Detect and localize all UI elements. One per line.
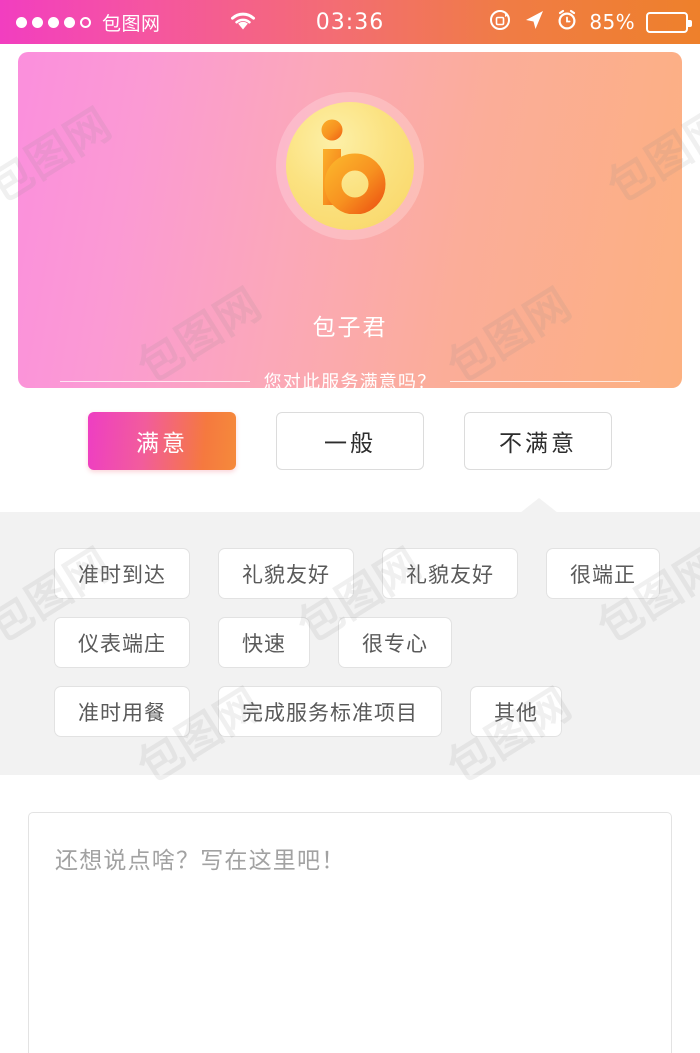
divider-right <box>450 380 641 382</box>
tag-chip[interactable]: 准时用餐 <box>54 686 190 737</box>
rotation-lock-icon <box>488 8 512 36</box>
tag-chip[interactable]: 礼貌友好 <box>382 548 518 599</box>
rating-option-average[interactable]: 一般 <box>276 412 424 470</box>
tag-chip[interactable]: 仪表端庄 <box>54 617 190 668</box>
tag-row: 准时到达 礼貌友好 礼貌友好 很端正 <box>0 548 700 599</box>
avatar-ring <box>276 92 424 240</box>
comment-placeholder: 还想说点啥？写在这里吧！ <box>55 848 346 874</box>
tag-chip[interactable]: 礼貌友好 <box>218 548 354 599</box>
tag-chip[interactable]: 其他 <box>470 686 562 737</box>
provider-name: 包子君 <box>312 315 388 341</box>
rating-option-unsatisfied[interactable]: 不满意 <box>464 412 612 470</box>
service-hero-card: 包子君 您对此服务满意吗？ <box>18 52 682 388</box>
avatar <box>286 102 414 230</box>
tags-panel: 准时到达 礼貌友好 礼貌友好 很端正 仪表端庄 快速 很专心 准时用餐 完成服务… <box>0 498 700 775</box>
alarm-clock-icon <box>556 9 578 35</box>
tag-row: 仪表端庄 快速 很专心 <box>0 617 700 668</box>
tags-panel-pointer-icon <box>520 498 558 513</box>
rating-options: 满意 一般 不满意 <box>0 412 700 470</box>
brand-b-logo-icon <box>321 119 386 214</box>
tag-chip[interactable]: 很端正 <box>546 548 660 599</box>
divider-left <box>59 380 250 382</box>
tag-row: 准时用餐 完成服务标准项目 其他 <box>0 686 700 737</box>
status-bar-right: 85% <box>488 8 692 36</box>
tag-chip[interactable]: 快速 <box>218 617 310 668</box>
status-bar: 包图网 03:36 85% <box>0 0 700 44</box>
battery-icon <box>646 11 692 33</box>
phone-screen: 包图网 03:36 85% 包子君 您对此服务满意吗？ 满意 一般 不满意 准时… <box>0 0 700 1053</box>
rating-option-satisfied[interactable]: 满意 <box>88 412 236 470</box>
tag-chip[interactable]: 很专心 <box>338 617 452 668</box>
tag-chip[interactable]: 准时到达 <box>54 548 190 599</box>
satisfaction-question: 您对此服务满意吗？ <box>263 372 437 388</box>
tag-chip[interactable]: 完成服务标准项目 <box>218 686 442 737</box>
battery-percent-label: 85% <box>589 10 635 34</box>
location-arrow-icon <box>523 9 545 35</box>
hero-question-row: 您对此服务满意吗？ <box>18 368 682 388</box>
comment-textarea[interactable]: 还想说点啥？写在这里吧！ <box>28 812 672 1053</box>
